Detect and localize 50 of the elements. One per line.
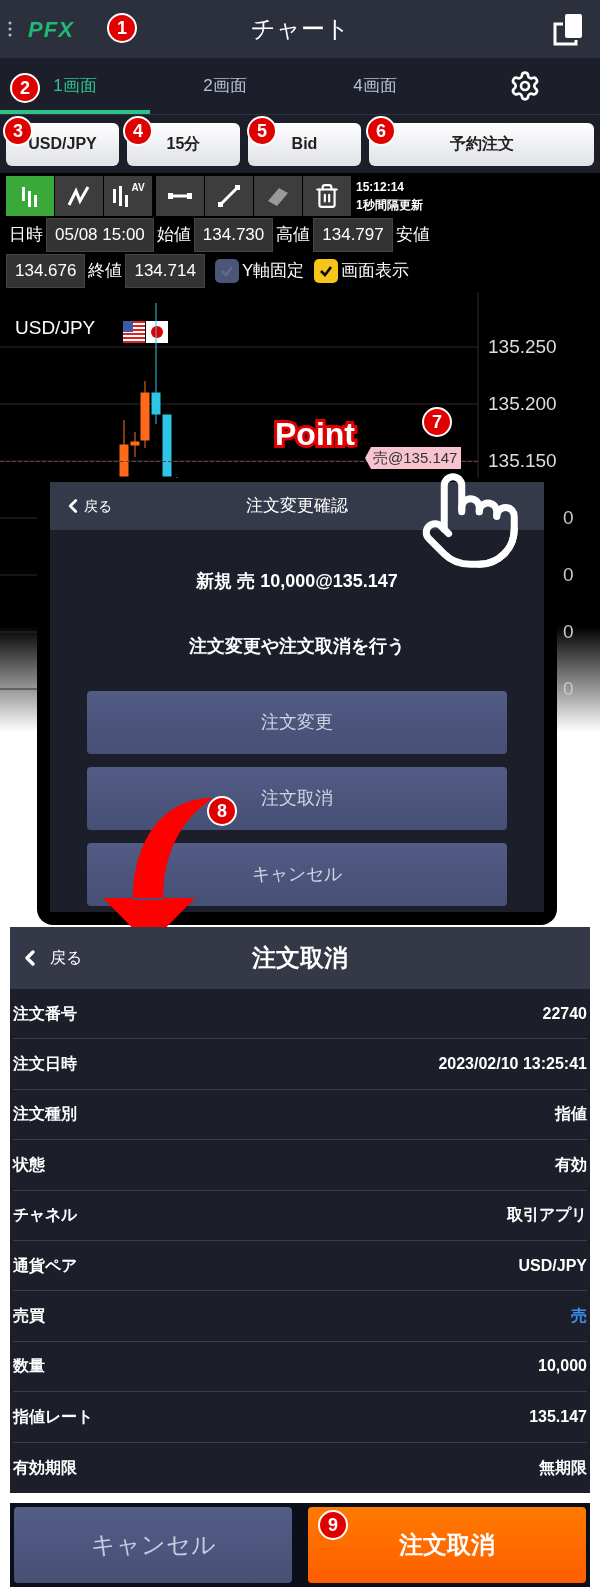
dialog-title: 注文変更確認 <box>246 495 348 518</box>
price-label: 始値 <box>155 224 192 247</box>
checkbox-label: 画面表示 <box>341 260 410 283</box>
update-time: 15:12:14 <box>356 179 406 196</box>
logo: PFX <box>28 15 75 44</box>
detail-value: USD/JPY <box>518 1255 587 1276</box>
axis-label: 135.200 <box>488 392 557 416</box>
price-label: 日時 <box>8 224 44 247</box>
price-value: 134.797 <box>313 218 393 252</box>
checkbox-label: Y軸固定 <box>241 260 305 283</box>
detail-value: 22740 <box>542 1003 587 1024</box>
av-label: AV <box>131 183 145 193</box>
pair-label: USD/JPY <box>15 316 96 340</box>
screen-title: チャート <box>250 14 350 44</box>
axis-label: 0 <box>563 506 574 530</box>
detail-label: 指値レート <box>13 1406 93 1427</box>
detail-value: 有効 <box>555 1154 587 1175</box>
price-value: 134.730 <box>193 218 274 252</box>
detail-value: 135.147 <box>529 1406 587 1427</box>
detail-value: 無期限 <box>539 1457 587 1478</box>
price-value: 134.714 <box>125 254 205 288</box>
detail-label: 注文日時 <box>13 1054 77 1075</box>
order-summary: 新規 売 10,000@135.147 <box>195 570 399 593</box>
dialog-message: 注文変更や注文取消を行う <box>188 635 406 658</box>
detail-label: 有効期限 <box>13 1457 77 1478</box>
price-label: 終値 <box>87 260 124 283</box>
detail-label: 状態 <box>13 1154 45 1175</box>
price-label: 高値 <box>275 224 312 247</box>
detail-value: 売 <box>571 1306 587 1327</box>
detail-value: 2023/02/10 13:25:41 <box>438 1054 587 1075</box>
detail-value: 指値 <box>555 1104 587 1125</box>
price-value: 05/08 15:00 <box>46 218 154 252</box>
price-value: 134.676 <box>6 254 86 288</box>
price-label: 安値 <box>394 224 431 247</box>
detail-label: チャネル <box>13 1205 77 1226</box>
detail-label: 数量 <box>13 1356 45 1377</box>
point-label: Point <box>275 415 355 454</box>
detail-value: 取引アプリ <box>507 1205 587 1226</box>
detail-value: 10,000 <box>538 1356 587 1377</box>
detail-label: 通貨ペア <box>13 1255 77 1276</box>
update-interval: 1秒間隔更新 <box>356 197 423 214</box>
detail-label: 注文種別 <box>13 1104 77 1125</box>
axis-label: 135.250 <box>488 335 557 359</box>
axis-label: 0 <box>563 563 574 587</box>
axis-label: 0 <box>563 620 574 644</box>
axis-label: 0 <box>563 677 574 701</box>
screen-title: 注文取消 <box>252 943 348 973</box>
detail-label: 注文番号 <box>13 1003 77 1024</box>
detail-label: 売買 <box>13 1306 45 1327</box>
axis-label: 135.150 <box>488 449 557 473</box>
